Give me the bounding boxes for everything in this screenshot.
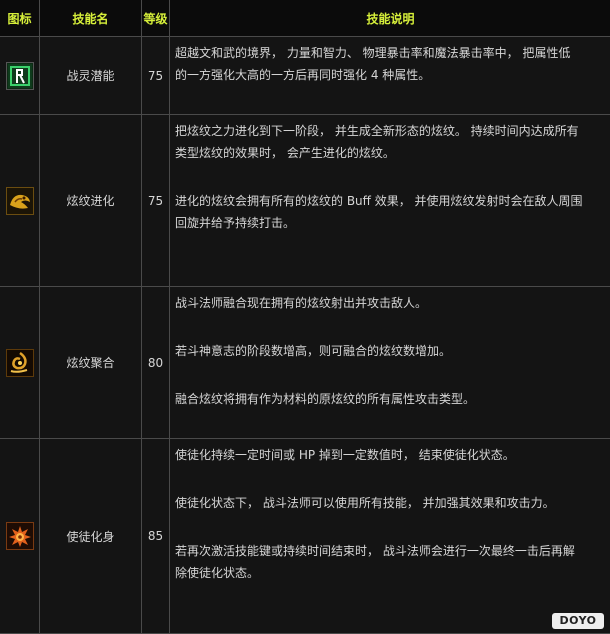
description-line: 除使徒化状态。: [175, 566, 259, 580]
skill-description: 超越文和武的境界， 力量和智力、 物理暴击率和魔法暴击率中， 把属性低 的一方强…: [170, 37, 610, 115]
doyo-watermark: DOYO: [552, 613, 604, 629]
crest-fusion-icon: [6, 349, 34, 377]
skill-icon-cell: [0, 287, 40, 439]
table-header-row: 图标 技能名 等级 技能说明: [0, 0, 610, 37]
description-line: 把炫纹之力进化到下一阶段， 并生成全新形态的炫纹。 持续时间内达成所有: [175, 124, 579, 138]
dragon-crest-icon: [6, 187, 34, 215]
skill-level: 75: [142, 115, 170, 287]
skill-name: 战灵潜能: [40, 37, 142, 115]
apostle-flame-icon: [6, 522, 34, 550]
description-paragraph: 使徒化持续一定时间或 HP 掉到一定数值时， 结束使徒化状态。: [175, 444, 610, 466]
description-line: 回旋并给予持续打击。: [175, 216, 295, 230]
description-line: 类型炫纹的效果时， 会产生进化的炫纹。: [175, 146, 395, 160]
skill-name: 使徒化身: [40, 439, 142, 634]
description-line: 使徒化状态下， 战斗法师可以使用所有技能， 并加强其效果和攻击力。: [175, 496, 555, 510]
skill-name: 炫纹聚合: [40, 287, 142, 439]
description-paragraph: 若斗神意志的阶段数增高，则可融合的炫纹数增加。: [175, 340, 610, 362]
header-description: 技能说明: [170, 0, 610, 37]
spirit-figure-icon: [6, 62, 34, 90]
table-row: 炫纹进化 75 把炫纹之力进化到下一阶段， 并生成全新形态的炫纹。 持续时间内达…: [0, 115, 610, 287]
header-icon: 图标: [0, 0, 40, 37]
skill-description: 把炫纹之力进化到下一阶段， 并生成全新形态的炫纹。 持续时间内达成所有 类型炫纹…: [170, 115, 610, 287]
header-level: 等级: [142, 0, 170, 37]
table-row: 使徒化身 85 使徒化持续一定时间或 HP 掉到一定数值时， 结束使徒化状态。 …: [0, 439, 610, 634]
skill-table: 图标 技能名 等级 技能说明 战灵潜能 75 超越文和武的境界， 力量和智力、 …: [0, 0, 610, 634]
skill-level: 75: [142, 37, 170, 115]
skill-name: 炫纹进化: [40, 115, 142, 287]
skill-icon-cell: [0, 37, 40, 115]
description-line: 进化的炫纹会拥有所有的炫纹的 Buff 效果， 并使用炫纹发射时会在敌人周围: [175, 194, 583, 208]
table-row: 炫纹聚合 80 战斗法师融合现在拥有的炫纹射出并攻击敌人。 若斗神意志的阶段数增…: [0, 287, 610, 439]
description-paragraph: 战斗法师融合现在拥有的炫纹射出并攻击敌人。: [175, 292, 610, 314]
skill-level: 85: [142, 439, 170, 634]
table-row: 战灵潜能 75 超越文和武的境界， 力量和智力、 物理暴击率和魔法暴击率中， 把…: [0, 37, 610, 115]
description-paragraph: 融合炫纹将拥有作为材料的原炫纹的所有属性攻击类型。: [175, 388, 610, 410]
description-line: 的一方强化大高的一方后再同时强化 4 种属性。: [175, 68, 430, 82]
description-line: 战斗法师融合现在拥有的炫纹射出并攻击敌人。: [175, 296, 427, 310]
skill-description: 使徒化持续一定时间或 HP 掉到一定数值时， 结束使徒化状态。 使徒化状态下， …: [170, 439, 610, 634]
description-line: 使徒化持续一定时间或 HP 掉到一定数值时， 结束使徒化状态。: [175, 448, 515, 462]
description-paragraph: 若再次激活技能键或持续时间结束时， 战斗法师会进行一次最终一击后再解 除使徒化状…: [175, 540, 610, 584]
skill-icon-cell: [0, 115, 40, 287]
skill-level: 80: [142, 287, 170, 439]
description-paragraph: 使徒化状态下， 战斗法师可以使用所有技能， 并加强其效果和攻击力。: [175, 492, 610, 514]
skill-icon-cell: [0, 439, 40, 634]
skill-description: 战斗法师融合现在拥有的炫纹射出并攻击敌人。 若斗神意志的阶段数增高，则可融合的炫…: [170, 287, 610, 439]
header-skill-name: 技能名: [40, 0, 142, 37]
description-line: 若再次激活技能键或持续时间结束时， 战斗法师会进行一次最终一击后再解: [175, 544, 575, 558]
description-paragraph: 把炫纹之力进化到下一阶段， 并生成全新形态的炫纹。 持续时间内达成所有 类型炫纹…: [175, 120, 610, 164]
description-line: 融合炫纹将拥有作为材料的原炫纹的所有属性攻击类型。: [175, 392, 475, 406]
description-paragraph: 进化的炫纹会拥有所有的炫纹的 Buff 效果， 并使用炫纹发射时会在敌人周围 回…: [175, 190, 610, 234]
description-line: 若斗神意志的阶段数增高，则可融合的炫纹数增加。: [175, 344, 451, 358]
description-line: 超越文和武的境界， 力量和智力、 物理暴击率和魔法暴击率中， 把属性低: [175, 46, 570, 60]
